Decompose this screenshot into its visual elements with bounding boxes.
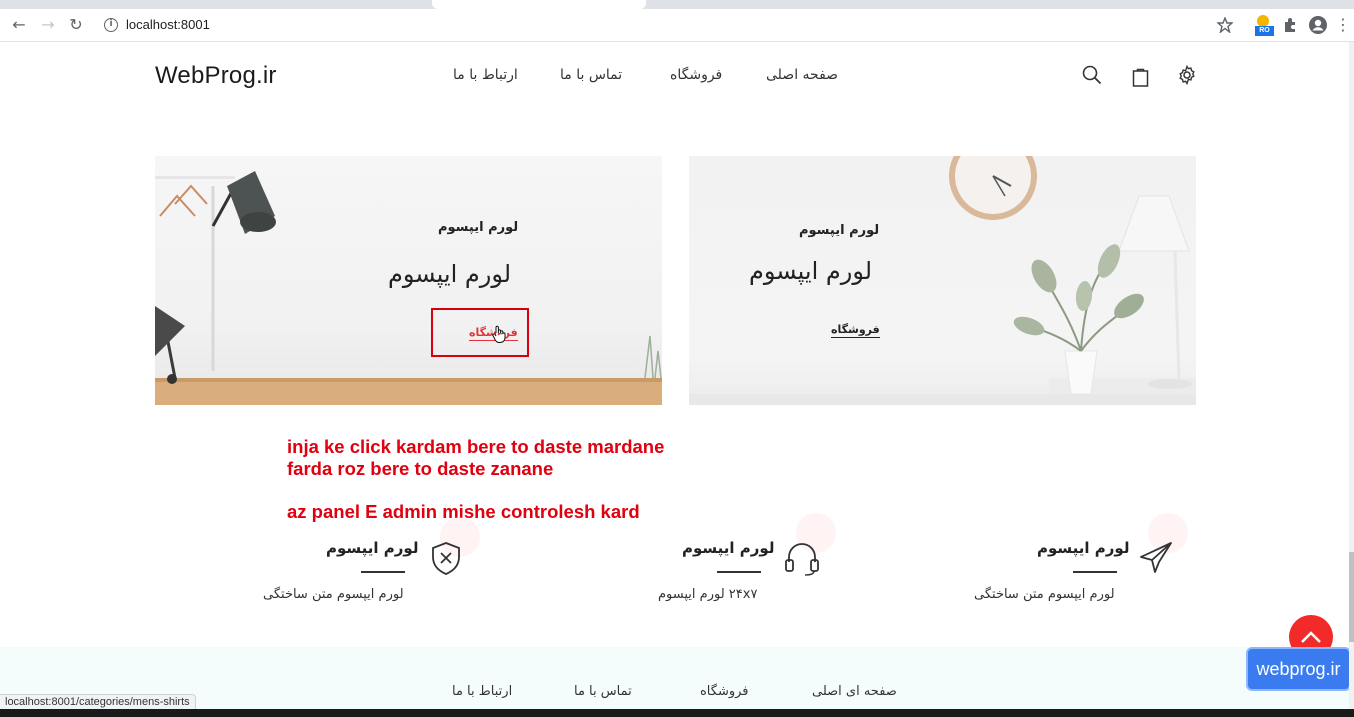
bookmark-star-icon[interactable] bbox=[1217, 17, 1233, 33]
headset-icon bbox=[785, 543, 819, 576]
feature-2-title: لورم ایپسوم bbox=[682, 539, 775, 557]
cart-bag-icon[interactable] bbox=[1130, 66, 1152, 88]
nav-home[interactable]: صفحه اصلی bbox=[766, 67, 838, 83]
feature-3-title: لورم ایپسوم bbox=[326, 539, 419, 557]
page-scrollbar[interactable] bbox=[1349, 42, 1354, 709]
nav-about[interactable]: ارتباط با ما bbox=[453, 67, 518, 83]
back-icon[interactable]: ← bbox=[8, 14, 30, 36]
browser-tab-strip bbox=[0, 0, 1354, 9]
browser-tab-active[interactable] bbox=[432, 0, 646, 9]
nav-shop[interactable]: فروشگاه bbox=[670, 67, 722, 83]
banner-right-subtitle: لورم ایپسوم bbox=[799, 223, 880, 238]
feature-1-title: لورم ایپسوم bbox=[1037, 539, 1130, 557]
banner-right-shop-link[interactable]: فروشگاه bbox=[831, 323, 880, 338]
address-url[interactable]: localhost:8001 bbox=[126, 17, 210, 32]
taskbar-strip bbox=[0, 709, 1354, 717]
feature-2-divider bbox=[717, 571, 761, 573]
site-logo[interactable]: WebProg.ir bbox=[155, 62, 277, 90]
site-footer bbox=[0, 647, 1354, 709]
feature-1-divider bbox=[1073, 571, 1117, 573]
info-icon[interactable]: i bbox=[104, 18, 118, 32]
feature-3-desc: لورم ایپسوم متن ساختگی bbox=[263, 587, 404, 602]
banner-right-title: لورم ایپسوم bbox=[749, 257, 873, 285]
annotation-highlight-box bbox=[431, 308, 529, 357]
feature-1-desc: لورم ایپسوم متن ساختگی bbox=[974, 587, 1115, 602]
footer-nav-contact[interactable]: تماس با ما bbox=[574, 684, 632, 699]
annotation-line-1: inja ke click kardam bere to daste marda… bbox=[287, 436, 665, 457]
search-icon[interactable] bbox=[1081, 64, 1103, 86]
profile-avatar-icon[interactable] bbox=[1308, 15, 1328, 35]
banner-left[interactable]: لورم ایپسوم لورم ایپسوم فروشگاه bbox=[155, 156, 662, 405]
footer-nav-shop[interactable]: فروشگاه bbox=[700, 684, 749, 699]
settings-gear-icon[interactable] bbox=[1176, 64, 1198, 86]
forward-icon[interactable]: → bbox=[37, 14, 59, 36]
reload-icon[interactable]: ↻ bbox=[65, 14, 87, 36]
banner-right[interactable]: لورم ایپسوم لورم ایپسوم فروشگاه bbox=[689, 156, 1196, 405]
browser-menu-icon[interactable]: ⋮ bbox=[1332, 14, 1354, 36]
banner-left-subtitle: لورم ایپسوم bbox=[438, 220, 519, 235]
nav-contact[interactable]: تماس با ما bbox=[560, 67, 622, 83]
feature-2-desc: ۲۴x۷ لورم ایپسوم bbox=[658, 587, 758, 602]
browser-status-url: localhost:8001/categories/mens-shirts bbox=[0, 694, 196, 710]
extensions-puzzle-icon[interactable] bbox=[1282, 17, 1298, 33]
extension-badge: RO bbox=[1255, 26, 1274, 36]
shield-x-icon bbox=[432, 542, 460, 575]
footer-nav-about[interactable]: ارتباط با ما bbox=[452, 684, 512, 699]
airplane-icon bbox=[1140, 542, 1172, 573]
address-bar[interactable]: i localhost:8001 bbox=[96, 12, 1246, 38]
webprog-badge[interactable]: webprog.ir bbox=[1246, 647, 1351, 691]
scrollbar-thumb[interactable] bbox=[1349, 552, 1354, 642]
footer-nav-home[interactable]: صفحه ای اصلی bbox=[812, 684, 897, 699]
browser-toolbar: ← → ↻ i localhost:8001 RO ⋮ bbox=[0, 9, 1354, 42]
annotation-line-2: farda roz bere to daste zanane bbox=[287, 458, 554, 479]
feature-3-divider bbox=[361, 571, 405, 573]
banner-left-title: لورم ایپسوم bbox=[388, 260, 512, 288]
extension-ro-icon[interactable]: RO bbox=[1254, 15, 1274, 37]
